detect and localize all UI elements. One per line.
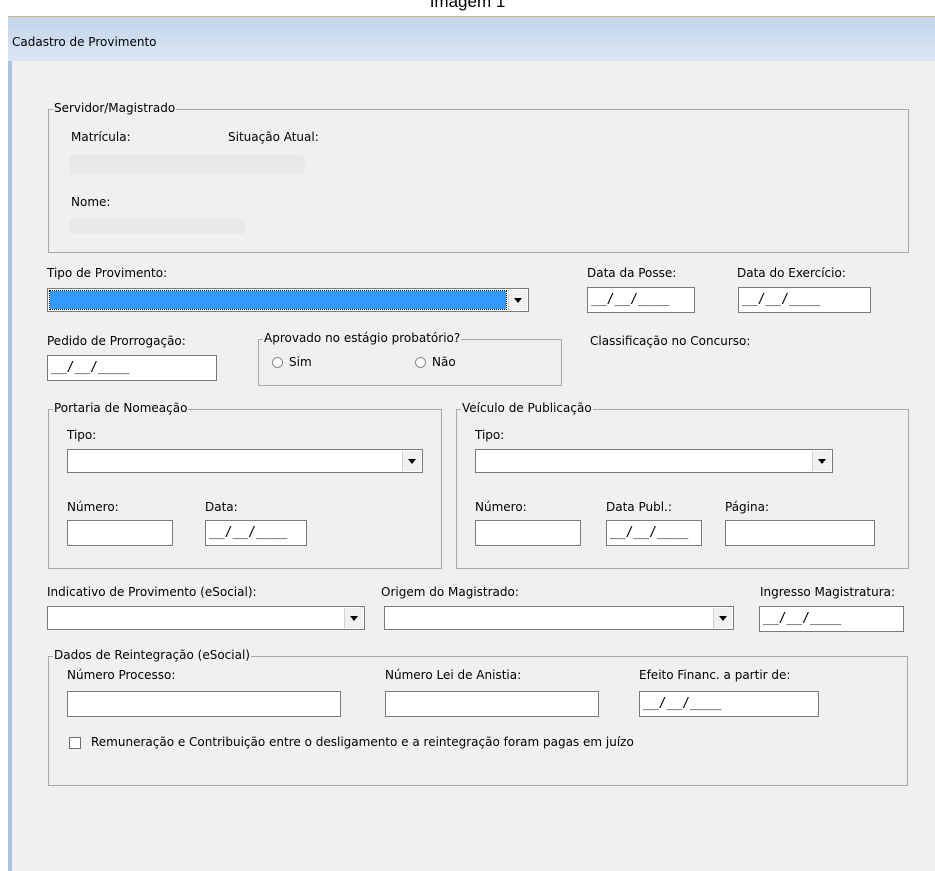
data-exercicio-label: Data do Exercício: xyxy=(737,266,846,280)
veiculo-numero-label: Número: xyxy=(475,500,527,514)
portaria-numero-label: Número: xyxy=(67,500,119,514)
pedido-prorrogacao-label: Pedido de Prorrogação: xyxy=(47,334,186,348)
radio-nao-label: Não xyxy=(432,355,456,369)
ingresso-magistratura-field[interactable]: __/__/____ xyxy=(759,606,904,632)
indicativo-provimento-select[interactable] xyxy=(47,606,365,630)
dados-reintegracao-group: Dados de Reintegração (eSocial) Número P… xyxy=(48,648,908,786)
chevron-down-icon xyxy=(818,458,826,464)
data-posse-field[interactable]: __/__/____ xyxy=(587,287,695,313)
chevron-down-icon xyxy=(719,615,727,621)
portaria-numero-field[interactable] xyxy=(67,520,173,546)
veiculo-pagina-field[interactable] xyxy=(725,520,875,546)
matricula-value-redacted xyxy=(69,155,305,175)
indicativo-dropdown-button[interactable] xyxy=(344,608,363,628)
efeito-financ-field[interactable]: __/__/____ xyxy=(639,691,819,717)
numero-lei-anistia-label: Número Lei de Anistia: xyxy=(385,668,522,682)
chevron-down-icon xyxy=(514,297,522,303)
portaria-nomeacao-title: Portaria de Nomeação xyxy=(53,401,189,415)
tipo-provimento-select[interactable] xyxy=(47,288,529,312)
dados-reintegracao-title: Dados de Reintegração (eSocial) xyxy=(53,648,251,662)
tipo-provimento-dropdown-button[interactable] xyxy=(508,290,527,310)
numero-lei-anistia-field[interactable] xyxy=(385,691,599,717)
tipo-provimento-label: Tipo de Provimento: xyxy=(47,266,168,280)
veiculo-publicacao-title: Veículo de Publicação xyxy=(461,401,593,415)
nome-label: Nome: xyxy=(71,195,111,209)
servidor-magistrado-group: Servidor/Magistrado Matrícula: Situação … xyxy=(48,101,909,253)
servidor-magistrado-title: Servidor/Magistrado xyxy=(53,101,177,115)
origem-magistrado-select[interactable] xyxy=(384,606,734,630)
nome-value-redacted xyxy=(69,218,245,234)
efeito-financ-label: Efeito Financ. a partir de: xyxy=(639,668,791,682)
window-title: Cadastro de Provimento xyxy=(12,35,157,49)
classificacao-concurso-label: Classificação no Concurso: xyxy=(590,334,751,348)
chevron-down-icon xyxy=(408,458,416,464)
veiculo-pagina-label: Página: xyxy=(725,500,770,514)
veiculo-data-publ-label: Data Publ.: xyxy=(606,500,672,514)
portaria-tipo-select[interactable] xyxy=(67,449,423,473)
window-titlebar: Cadastro de Provimento xyxy=(8,17,935,61)
portaria-data-field[interactable]: __/__/____ xyxy=(205,520,307,546)
veiculo-data-publ-field[interactable]: __/__/____ xyxy=(606,520,702,546)
radio-sim-label: Sim xyxy=(289,355,312,369)
radio-nao[interactable] xyxy=(415,357,426,368)
estagio-probatorio-title: Aprovado no estágio probatório? xyxy=(263,331,462,345)
situacao-atual-label: Situação Atual: xyxy=(228,130,319,144)
veiculo-tipo-select[interactable] xyxy=(475,449,833,473)
veiculo-numero-field[interactable] xyxy=(475,520,581,546)
matricula-label: Matrícula: xyxy=(71,130,131,144)
origem-dropdown-button[interactable] xyxy=(713,608,732,628)
radio-sim[interactable] xyxy=(272,357,283,368)
veiculo-tipo-label: Tipo: xyxy=(475,428,505,442)
portaria-tipo-label: Tipo: xyxy=(67,428,97,442)
data-exercicio-field[interactable]: __/__/____ xyxy=(738,287,871,313)
chevron-down-icon xyxy=(350,615,358,621)
portaria-nomeacao-group: Portaria de Nomeação Tipo: Número: Data:… xyxy=(48,401,442,569)
indicativo-provimento-label: Indicativo de Provimento (eSocial): xyxy=(47,585,257,599)
estagio-probatorio-group: Aprovado no estágio probatório? Sim Não xyxy=(258,331,562,386)
tipo-provimento-selected xyxy=(49,290,507,310)
veiculo-tipo-dropdown-button[interactable] xyxy=(812,451,831,471)
numero-processo-label: Número Processo: xyxy=(67,668,176,682)
remuneracao-checkbox-label: Remuneração e Contribuição entre o desli… xyxy=(91,735,634,749)
pedido-prorrogacao-field[interactable]: __/__/____ xyxy=(47,355,217,381)
veiculo-publicacao-group: Veículo de Publicação Tipo: Número: Data… xyxy=(456,401,909,569)
remuneracao-checkbox[interactable] xyxy=(69,737,81,749)
portaria-tipo-dropdown-button[interactable] xyxy=(402,451,421,471)
ingresso-magistratura-label: Ingresso Magistratura: xyxy=(760,585,896,599)
form-content: Servidor/Magistrado Matrícula: Situação … xyxy=(12,61,935,871)
numero-processo-field[interactable] xyxy=(67,691,341,717)
image-caption: Imagem 1 xyxy=(429,0,506,11)
origem-magistrado-label: Origem do Magistrado: xyxy=(381,585,519,599)
cadastro-provimento-window: Cadastro de Provimento Servidor/Magistra… xyxy=(8,16,935,871)
data-posse-label: Data da Posse: xyxy=(587,266,677,280)
portaria-data-label: Data: xyxy=(205,500,238,514)
